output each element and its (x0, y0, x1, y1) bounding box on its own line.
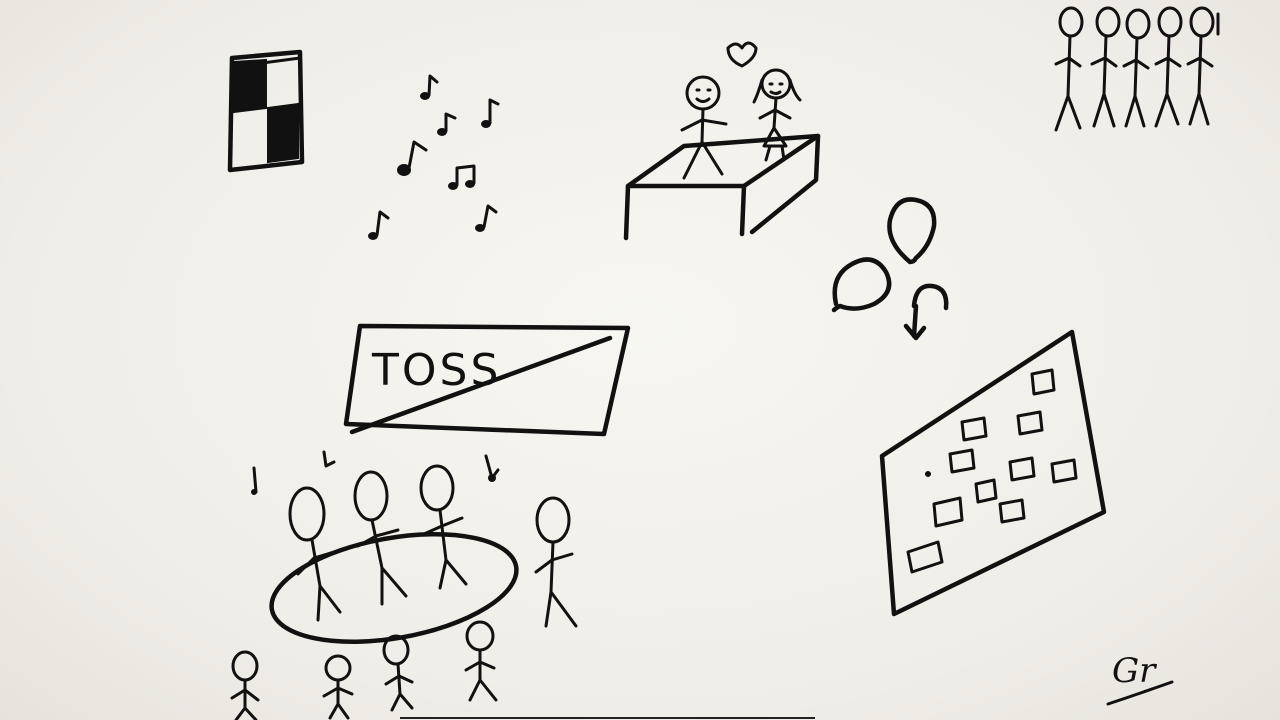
queue-person (1122, 8, 1151, 128)
people-around-table-icon (230, 450, 578, 720)
queue-person (1054, 6, 1084, 132)
note (481, 98, 500, 128)
sticky-note-board-icon (879, 329, 1107, 617)
note (484, 454, 500, 482)
dancer (382, 634, 414, 712)
note (420, 74, 439, 100)
dancer (230, 650, 260, 720)
artist-signature: Gr (1106, 651, 1174, 706)
sketch-layer: Gr (227, 6, 1220, 720)
speaker-icon (227, 49, 305, 173)
queue-person (1090, 6, 1121, 128)
queue-person (1186, 6, 1220, 126)
note (437, 112, 457, 136)
dancer (464, 620, 498, 702)
note (448, 164, 476, 190)
speech-bubbles-icon (831, 197, 949, 341)
queue-person (1154, 6, 1183, 128)
note (475, 204, 498, 232)
note (322, 450, 336, 468)
dancer (534, 496, 578, 628)
dancer (322, 654, 354, 720)
toss-sign-text: TOSS (372, 345, 502, 396)
note (397, 140, 428, 176)
note (251, 466, 258, 495)
dancer (419, 464, 468, 590)
whiteboard-canvas: Gr TOSS (0, 0, 1280, 720)
dancer (288, 486, 342, 622)
signature-text: Gr (1112, 651, 1157, 691)
dancing-couple-on-stage-icon (623, 41, 821, 241)
note (368, 210, 390, 240)
queue-of-people-icon (1054, 6, 1220, 132)
music-notes-icon (368, 74, 500, 240)
